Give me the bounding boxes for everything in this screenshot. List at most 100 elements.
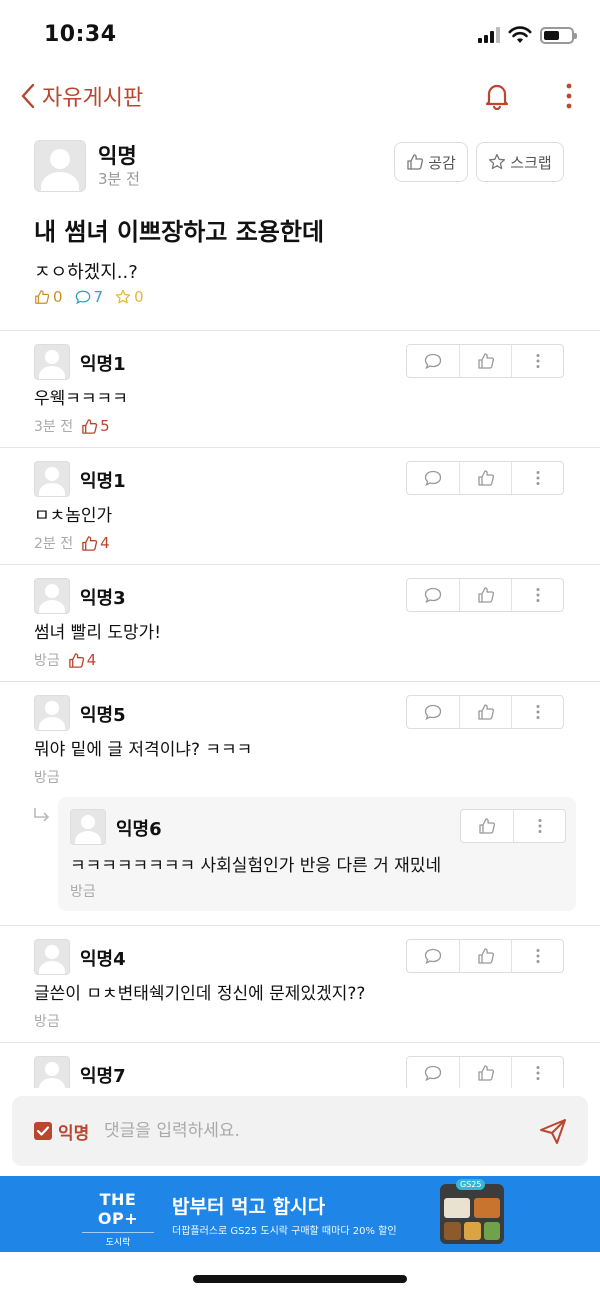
back-button[interactable]: 자유게시판 — [18, 80, 143, 112]
comment-item: 익명4 글쓴이 ㅁㅊ변태쉑기인데 정신에 문제있겠지?? 방금 — [0, 927, 600, 1042]
comment-count-value: 7 — [93, 288, 104, 306]
comment-meta: 방금 — [34, 767, 60, 787]
comment-meta: 방금 4 — [34, 650, 96, 670]
comment-more-button[interactable] — [511, 696, 563, 728]
reply-time: 방금 — [70, 884, 96, 900]
lunchbox-image — [440, 1184, 504, 1244]
comment-actions — [406, 939, 564, 973]
avatar — [34, 140, 86, 192]
like-count-value: 0 — [53, 288, 63, 306]
comment-like-button[interactable] — [459, 940, 511, 972]
bell-icon[interactable] — [484, 82, 510, 110]
comment-like-button[interactable] — [459, 1057, 511, 1088]
post-author: 익명 — [98, 144, 137, 168]
comment-likes: 5 — [81, 417, 110, 435]
comment-input[interactable] — [104, 1116, 504, 1146]
reply-actions — [460, 809, 566, 843]
post-stats: 0 7 0 — [34, 288, 144, 306]
reply-arrow-icon — [34, 808, 50, 822]
reply-button[interactable] — [407, 345, 459, 377]
comment-count: 7 — [75, 288, 104, 306]
thumbs-up-icon — [479, 818, 496, 834]
post-time: 3분 전 — [98, 170, 140, 188]
comment-like-button[interactable] — [459, 696, 511, 728]
comment-like-button[interactable] — [459, 462, 511, 494]
ad-logo-sub: 도시락 — [82, 1232, 154, 1248]
vertical-dots-icon — [536, 1066, 539, 1080]
comment-time: 방금 — [34, 653, 60, 669]
comment-like-button[interactable] — [459, 579, 511, 611]
speech-bubble-icon — [424, 353, 442, 370]
ad-banner[interactable]: THE OP+ 도시락 밥부터 먹고 합시다 더팝플러스로 GS25 도시락 구… — [0, 1176, 600, 1252]
thumbs-up-icon — [477, 1065, 494, 1081]
reply-button[interactable] — [407, 940, 459, 972]
divider — [0, 564, 600, 565]
vertical-dots-icon — [536, 354, 539, 368]
comment-text: 글쓴이 ㅁㅊ변태쉑기인데 정신에 문제있겠지?? — [34, 984, 366, 1004]
comment-more-button[interactable] — [511, 345, 563, 377]
scrap-button[interactable]: 스크랩 — [476, 142, 564, 182]
scrap-button-label: 스크랩 — [510, 153, 552, 172]
speech-bubble-icon — [424, 948, 442, 965]
ad-logo: THE OP+ 도시락 — [82, 1190, 154, 1248]
cellular-signal-icon — [478, 27, 500, 43]
comment-input-box: 익명 — [12, 1096, 588, 1166]
comment-more-button[interactable] — [511, 579, 563, 611]
comment-like-count: 4 — [100, 534, 110, 552]
comment-author: 익명7 — [80, 1066, 126, 1087]
ad-logo-text: THE OP+ — [97, 1190, 139, 1228]
ad-headline: 밥부터 먹고 합시다 — [172, 1196, 326, 1218]
comment-time: 3분 전 — [34, 419, 74, 435]
wifi-icon — [508, 26, 532, 43]
send-icon[interactable] — [538, 1116, 568, 1146]
reply-item: 익명6 ㅋㅋㅋㅋㅋㅋㅋㅋ 사회실험인가 반응 다른 거 재밌네 방금 — [58, 797, 576, 911]
reply-like-button[interactable] — [461, 810, 513, 842]
vertical-dots-icon[interactable] — [564, 82, 574, 110]
speech-bubble-icon — [424, 1065, 442, 1082]
avatar — [34, 578, 70, 614]
reply-button[interactable] — [407, 1057, 459, 1088]
comment-item: 익명1 우웩ㅋㅋㅋㅋ 3분 전 5 — [0, 332, 600, 447]
avatar — [34, 344, 70, 380]
status-icons — [478, 26, 577, 44]
comment-likes: 4 — [81, 534, 110, 552]
avatar — [34, 461, 70, 497]
divider — [0, 925, 600, 926]
comment-more-button[interactable] — [511, 940, 563, 972]
divider — [0, 447, 600, 448]
avatar — [34, 1056, 70, 1088]
like-button[interactable]: 공감 — [394, 142, 468, 182]
comment-more-button[interactable] — [511, 1057, 563, 1088]
scrap-count-value: 0 — [134, 288, 144, 306]
comment-item: 익명3 썸녀 빨리 도망가! 방금 4 — [0, 566, 600, 681]
thumbs-up-icon — [477, 948, 494, 964]
speech-bubble-icon — [424, 470, 442, 487]
vertical-dots-icon — [536, 471, 539, 485]
post-title: 내 썸녀 이쁘장하고 조용한데 — [34, 218, 325, 246]
reply-more-button[interactable] — [513, 810, 565, 842]
ad-subtext: 더팝플러스로 GS25 도시락 구매할 때마다 20% 할인 — [172, 1226, 397, 1237]
thumbs-up-icon — [477, 704, 494, 720]
comment-text: 썸녀 빨리 도망가! — [34, 623, 162, 643]
anonymous-checkbox[interactable] — [34, 1122, 52, 1140]
divider — [0, 681, 600, 682]
comment-input-bar: 익명 — [0, 1088, 600, 1176]
thumbs-up-icon — [477, 587, 494, 603]
comment-author: 익명3 — [80, 588, 126, 609]
reply-button[interactable] — [407, 462, 459, 494]
comment-like-count: 4 — [86, 651, 97, 669]
thumbs-up-icon — [68, 652, 84, 668]
speech-bubble-icon — [424, 587, 442, 604]
anonymous-label[interactable]: 익명 — [58, 1119, 89, 1144]
divider — [0, 330, 600, 331]
comment-like-button[interactable] — [459, 345, 511, 377]
reply-button[interactable] — [407, 579, 459, 611]
speech-bubble-icon — [75, 290, 90, 305]
comment-item: 익명1 ㅁㅊ놈인가 2분 전 4 — [0, 449, 600, 564]
comment-time: 방금 — [34, 770, 60, 786]
checkmark-icon — [36, 1126, 50, 1136]
status-time: 10:34 — [44, 22, 117, 47]
reply-button[interactable] — [407, 696, 459, 728]
comment-more-button[interactable] — [511, 462, 563, 494]
speech-bubble-icon — [424, 704, 442, 721]
